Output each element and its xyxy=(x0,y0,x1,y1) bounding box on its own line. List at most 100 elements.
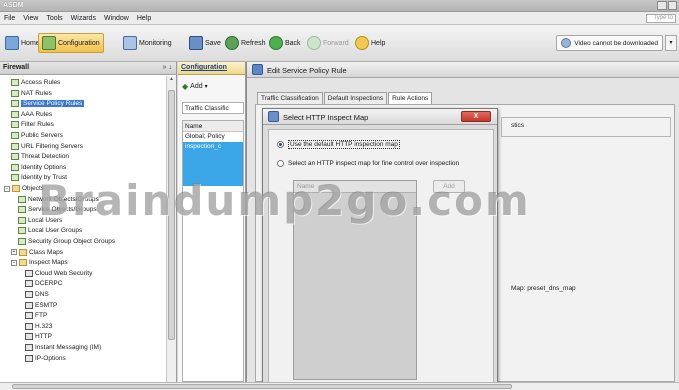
tree-item[interactable]: − Inspect Maps xyxy=(11,258,68,267)
close-button[interactable]: X xyxy=(461,111,491,122)
tree-item[interactable]: Filter Rules xyxy=(11,120,54,129)
rule-icon xyxy=(18,206,26,214)
horizontal-scrollbar[interactable] xyxy=(0,382,679,390)
table-row-global[interactable]: Global; Policy xyxy=(183,132,243,142)
default-map-radio[interactable] xyxy=(277,141,284,148)
save-button[interactable]: Save xyxy=(186,33,224,53)
tab-traffic-classification[interactable]: Traffic Classification xyxy=(257,92,323,104)
help-button[interactable]: Help xyxy=(352,33,388,53)
tree-item-label: Identity Options xyxy=(21,163,67,171)
video-label: Video cannot be downloaded xyxy=(574,39,658,47)
menu-view[interactable]: View xyxy=(23,15,38,22)
tree-item-label: Inspect Maps xyxy=(29,259,68,267)
tree-item-label: FTP xyxy=(35,312,48,320)
statistics-tab[interactable]: stics xyxy=(511,122,524,129)
search-input[interactable]: Type to xyxy=(646,14,676,23)
minimize-button[interactable] xyxy=(657,1,667,10)
video-icon xyxy=(561,38,572,48)
video-button[interactable]: Video cannot be downloaded xyxy=(556,35,663,51)
tree-item[interactable]: Public Servers xyxy=(11,131,63,140)
tree-item[interactable]: NAT Rules xyxy=(11,89,52,98)
pane-controls-icon[interactable]: » ↓ xyxy=(163,64,172,71)
horizontal-scrollbar-thumb[interactable] xyxy=(12,384,512,389)
tree-item[interactable]: Identity by Trust xyxy=(11,173,67,182)
traffic-classification-tab[interactable]: Traffic Classific xyxy=(182,102,244,114)
tree-item[interactable]: Service Policy Rules xyxy=(11,99,85,108)
edit-dialog-tabs: Traffic Classification Default Inspectio… xyxy=(257,92,433,104)
tree-item[interactable]: IP-Options xyxy=(25,354,66,363)
tree-item-label: Objects xyxy=(22,185,45,192)
folder-icon xyxy=(19,248,27,256)
tree-item[interactable]: Local Users xyxy=(18,216,62,225)
tree-scrollbar[interactable]: ▲ xyxy=(166,76,176,382)
table-row-inspection[interactable]: inspection_c xyxy=(183,142,243,186)
tree-item[interactable]: Identity Options xyxy=(11,163,66,172)
select-map-option[interactable]: Select an HTTP inspect map for fine cont… xyxy=(277,160,459,167)
tree-item[interactable]: DNS xyxy=(25,290,49,299)
edit-dialog-title-bar: Edit Service Policy Rule xyxy=(247,62,679,78)
window-title-bar: ASDM xyxy=(0,0,679,12)
home-button[interactable]: Home xyxy=(2,33,43,53)
inspect-map-icon xyxy=(25,344,33,351)
save-icon xyxy=(189,36,203,50)
tree-item-label: IP-Options xyxy=(35,354,66,362)
scrollbar-thumb[interactable] xyxy=(168,90,175,340)
tree-item[interactable]: − Objects xyxy=(4,184,44,193)
monitoring-label: Monitoring xyxy=(139,39,172,47)
tree-item[interactable]: Network Objects/Groups xyxy=(18,195,99,204)
menu-wizards[interactable]: Wizards xyxy=(71,15,96,22)
add-rule-button[interactable]: ◆ Add ▾ xyxy=(182,80,208,92)
chevron-down-icon[interactable]: ▾ xyxy=(665,35,677,51)
tree-item[interactable]: Instant Messaging (IM) xyxy=(25,343,101,352)
tree-item-label: DCERPC xyxy=(35,280,63,288)
tree-item[interactable]: Cloud Web Security xyxy=(25,269,92,278)
tree-item[interactable]: + Class Maps xyxy=(11,248,63,257)
tree-item[interactable]: HTTP xyxy=(25,332,52,341)
back-button[interactable]: Back xyxy=(266,33,304,53)
refresh-button[interactable]: Refresh xyxy=(222,33,269,53)
select-dialog-title-bar: Select HTTP Inspect Map X xyxy=(263,109,497,125)
menu-window[interactable]: Window xyxy=(104,15,129,22)
tree-item-label: URL Filtering Servers xyxy=(21,142,83,150)
tree-item[interactable]: URL Filtering Servers xyxy=(11,142,83,151)
tree-item[interactable]: H.323 xyxy=(25,322,52,331)
dialog-icon xyxy=(252,64,263,75)
configuration-pane-title[interactable]: Configuration xyxy=(178,62,245,75)
tree-expander-icon[interactable]: − xyxy=(4,185,10,192)
add-map-button: Add xyxy=(433,180,465,193)
tree-item[interactable]: ESMTP xyxy=(25,301,57,310)
tree-item-label: Threat Detection xyxy=(21,153,70,161)
forward-button[interactable]: Forward xyxy=(304,33,352,53)
tree-item-label: NAT Rules xyxy=(21,89,52,97)
tab-default-inspections[interactable]: Default Inspections xyxy=(323,92,388,104)
tree-item[interactable]: Local User Groups xyxy=(18,226,82,235)
tree-expander-icon[interactable]: + xyxy=(11,249,17,256)
menu-tools[interactable]: Tools xyxy=(46,15,62,22)
tree-item[interactable]: Access Rules xyxy=(11,78,60,87)
scroll-up-icon[interactable]: ▲ xyxy=(167,76,176,85)
tree-expander-icon[interactable]: − xyxy=(11,259,17,266)
select-map-radio[interactable] xyxy=(277,160,284,167)
menu-help[interactable]: Help xyxy=(137,15,151,22)
tab-rule-actions[interactable]: Rule Actions xyxy=(388,92,433,104)
tree-item[interactable]: AAA Rules xyxy=(11,110,52,119)
tree-item[interactable]: Threat Detection xyxy=(11,152,69,161)
tree-item[interactable]: Service Objects/Groups xyxy=(18,205,97,214)
inspect-map-icon xyxy=(25,322,33,330)
tree-item[interactable]: DCERPC xyxy=(25,279,62,288)
chevron-down-icon: ▾ xyxy=(204,83,208,90)
statistics-tab-strip xyxy=(501,117,671,137)
tree-item-label: AAA Rules xyxy=(21,110,53,118)
help-icon xyxy=(355,36,369,50)
monitoring-button[interactable]: Monitoring xyxy=(120,33,175,53)
configuration-button[interactable]: Configuration xyxy=(38,33,104,53)
maximize-button[interactable] xyxy=(667,1,677,10)
inspect-map-icon xyxy=(25,291,33,298)
name-column-header[interactable]: Name xyxy=(183,121,243,132)
menu-file[interactable]: File xyxy=(4,15,15,22)
rule-icon xyxy=(11,142,19,150)
tree-item[interactable]: FTP xyxy=(25,311,47,320)
default-map-option[interactable]: Use the default HTTP inspection map xyxy=(277,140,400,149)
tree-item[interactable]: Security Group Object Groups xyxy=(18,237,115,246)
rule-icon xyxy=(11,153,19,161)
